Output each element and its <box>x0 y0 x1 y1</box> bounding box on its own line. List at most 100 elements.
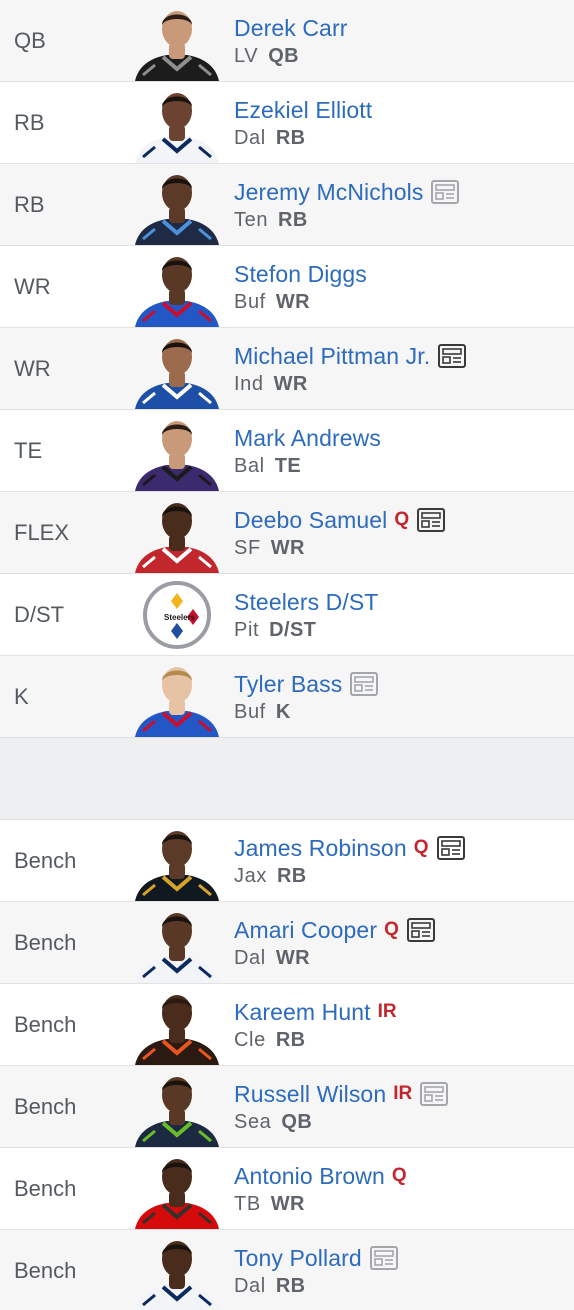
player-name-line: Amari Cooper Q <box>234 915 436 945</box>
player-headshot <box>133 825 221 901</box>
lineup-slot: WR <box>14 356 51 381</box>
player-name-link[interactable]: Stefon Diggs <box>234 261 367 288</box>
lineup-slot: Bench <box>14 1176 77 1201</box>
injury-status-badge: Q <box>413 837 429 858</box>
player-headshot <box>133 5 221 81</box>
bench-section: Bench James Robinson Q Jax RB Bench Amari Coop… <box>0 820 574 1310</box>
news-icon[interactable] <box>437 343 467 369</box>
player-name-line: Tony Pollard <box>234 1243 399 1273</box>
svg-text:Steelers: Steelers <box>164 613 196 622</box>
roster-table: QB Derek Carr LV QB RB Ezekiel Elliott Dal RB RB… <box>0 0 574 1310</box>
roster-row[interactable]: RB Jeremy McNichols Ten RB <box>0 164 574 246</box>
player-headshot <box>133 333 221 409</box>
roster-row[interactable]: D/ST Steelers Steelers D/ST Pit D/ST <box>0 574 574 656</box>
team-abbrev: Sea <box>234 1111 272 1133</box>
roster-row[interactable]: WR Michael Pittman Jr. Ind WR <box>0 328 574 410</box>
player-name-link[interactable]: Steelers D/ST <box>234 589 378 616</box>
player-position: WR <box>275 291 310 313</box>
roster-row[interactable]: TE Mark Andrews Bal TE <box>0 410 574 492</box>
lineup-slot: Bench <box>14 848 77 873</box>
lineup-slot: QB <box>14 28 46 53</box>
lineup-slot: RB <box>14 192 45 217</box>
player-name-line: Antonio Brown Q <box>234 1161 407 1191</box>
player-team-position: Dal RB <box>234 127 306 150</box>
roster-row[interactable]: Bench James Robinson Q Jax RB <box>0 820 574 902</box>
lineup-slot: FLEX <box>14 520 70 545</box>
player-headshot <box>133 87 221 163</box>
team-logo: Steelers <box>143 581 211 649</box>
roster-row[interactable]: Bench Russell Wilson IR Sea QB <box>0 1066 574 1148</box>
player-name-link[interactable]: Kareem Hunt <box>234 999 371 1026</box>
lineup-slot: D/ST <box>14 602 65 627</box>
team-abbrev: Dal <box>234 1275 266 1297</box>
player-position: QB <box>281 1111 313 1133</box>
player-headshot <box>133 907 221 983</box>
roster-row[interactable]: RB Ezekiel Elliott Dal RB <box>0 82 574 164</box>
team-abbrev: Pit <box>234 619 260 641</box>
player-name-line: Stefon Diggs <box>234 259 367 289</box>
player-name-link[interactable]: Antonio Brown <box>234 1163 385 1190</box>
player-name-link[interactable]: Tony Pollard <box>234 1245 362 1272</box>
player-name-link[interactable]: Amari Cooper <box>234 917 377 944</box>
player-name-line: Kareem Hunt IR <box>234 997 397 1027</box>
player-headshot <box>133 497 221 573</box>
player-name-line: Ezekiel Elliott <box>234 95 372 125</box>
team-abbrev: Dal <box>234 127 266 149</box>
team-abbrev: Buf <box>234 701 266 723</box>
player-name-link[interactable]: Deebo Samuel <box>234 507 387 534</box>
player-name-line: Michael Pittman Jr. <box>234 341 467 371</box>
player-position: WR <box>270 1193 305 1215</box>
player-name-link[interactable]: Derek Carr <box>234 15 347 42</box>
news-icon[interactable] <box>369 1245 399 1271</box>
player-position: K <box>275 701 291 723</box>
player-position: RB <box>275 1029 306 1051</box>
lineup-slot: K <box>14 684 29 709</box>
news-icon[interactable] <box>430 179 460 205</box>
team-abbrev: Dal <box>234 947 266 969</box>
player-name-link[interactable]: Tyler Bass <box>234 671 342 698</box>
roster-row[interactable]: FLEX Deebo Samuel Q SF WR <box>0 492 574 574</box>
injury-status-badge: IR <box>393 1083 413 1104</box>
roster-row[interactable]: Bench Kareem Hunt IR Cle RB <box>0 984 574 1066</box>
news-icon[interactable] <box>349 671 379 697</box>
player-name-link[interactable]: Jeremy McNichols <box>234 179 423 206</box>
roster-row[interactable]: Bench Tony Pollard Dal RB <box>0 1230 574 1310</box>
roster-row[interactable]: WR Stefon Diggs Buf WR <box>0 246 574 328</box>
news-icon[interactable] <box>416 507 446 533</box>
bench-divider <box>0 738 574 820</box>
player-position: WR <box>270 537 305 559</box>
player-team-position: Jax RB <box>234 865 307 888</box>
news-icon[interactable] <box>406 917 436 943</box>
lineup-slot: Bench <box>14 1258 77 1283</box>
player-team-position: Dal RB <box>234 1275 306 1298</box>
player-name-line: Mark Andrews <box>234 423 381 453</box>
team-abbrev: SF <box>234 537 261 559</box>
player-position: RB <box>276 865 307 887</box>
player-headshot <box>133 415 221 491</box>
news-icon[interactable] <box>436 835 466 861</box>
lineup-slot: Bench <box>14 1094 77 1119</box>
roster-row[interactable]: Bench Antonio Brown Q TB WR <box>0 1148 574 1230</box>
lineup-slot: Bench <box>14 930 77 955</box>
roster-row[interactable]: QB Derek Carr LV QB <box>0 0 574 82</box>
player-name-link[interactable]: Russell Wilson <box>234 1081 386 1108</box>
roster-row[interactable]: K Tyler Bass Buf K <box>0 656 574 738</box>
player-name-link[interactable]: Ezekiel Elliott <box>234 97 372 124</box>
team-abbrev: Bal <box>234 455 265 477</box>
lineup-slot: Bench <box>14 1012 77 1037</box>
player-name-link[interactable]: Mark Andrews <box>234 425 381 452</box>
player-team-position: Ten RB <box>234 209 308 232</box>
player-name-line: James Robinson Q <box>234 833 466 863</box>
player-name-link[interactable]: James Robinson <box>234 835 407 862</box>
player-headshot <box>133 1153 221 1229</box>
starters-section: QB Derek Carr LV QB RB Ezekiel Elliott Dal RB RB… <box>0 0 574 738</box>
lineup-slot: TE <box>14 438 43 463</box>
news-icon[interactable] <box>419 1081 449 1107</box>
player-headshot <box>133 251 221 327</box>
player-name-link[interactable]: Michael Pittman Jr. <box>234 343 430 370</box>
lineup-slot: WR <box>14 274 51 299</box>
player-name-line: Steelers D/ST <box>234 587 378 617</box>
player-team-position: Buf WR <box>234 291 310 314</box>
roster-row[interactable]: Bench Amari Cooper Q Dal WR <box>0 902 574 984</box>
player-name-line: Tyler Bass <box>234 669 379 699</box>
